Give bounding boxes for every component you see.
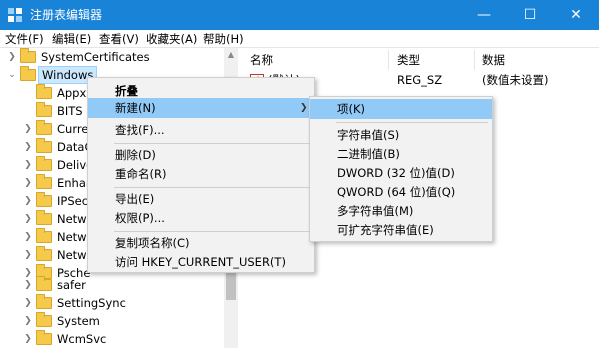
folder-icon <box>36 120 52 135</box>
column-header-data[interactable]: 数据 <box>482 52 505 68</box>
tree-item-label: SettingSync <box>57 296 126 310</box>
submenu-item-dword-value[interactable]: DWORD (32 位)值(D) <box>310 163 492 183</box>
minimize-icon: — <box>477 7 491 23</box>
submenu-item-multi-string-value[interactable]: 多字符串值(M) <box>310 201 492 221</box>
expand-arrow-icon[interactable]: ❯ <box>22 210 34 228</box>
menu-help[interactable]: 帮助(H) <box>203 31 244 47</box>
menu-file[interactable]: 文件(F) <box>5 31 44 47</box>
maximize-icon: ☐ <box>523 7 537 23</box>
expand-arrow-icon[interactable]: ❯ <box>22 330 34 348</box>
menu-separator <box>114 143 310 144</box>
folder-icon <box>36 312 52 327</box>
menu-view[interactable]: 查看(V) <box>99 31 139 47</box>
folder-icon <box>36 294 52 309</box>
expand-arrow-icon[interactable]: ❯ <box>22 276 34 294</box>
tree-item-label: safer <box>57 278 86 292</box>
tree-item-label: WcmSvc <box>57 332 107 346</box>
menu-separator <box>114 231 310 232</box>
tree-item-label: Enhar <box>57 176 91 190</box>
title-bar[interactable]: 注册表编辑器 — ☐ ✕ <box>0 0 599 30</box>
folder-icon <box>36 138 52 153</box>
scroll-up-arrow-icon[interactable]: ▲ <box>224 48 238 62</box>
menu-edit[interactable]: 编辑(E) <box>52 31 91 47</box>
menu-favorites[interactable]: 收藏夹(A) <box>146 31 197 47</box>
folder-icon <box>36 84 52 99</box>
tree-item-label: Curre <box>57 122 89 136</box>
regedit-app-icon <box>8 8 22 22</box>
submenu-arrow-icon: ❯ <box>300 103 308 113</box>
folder-icon <box>36 276 52 291</box>
close-button[interactable]: ✕ <box>553 0 599 30</box>
folder-icon <box>20 66 36 81</box>
menu-separator <box>336 122 488 123</box>
new-submenu: 项(K) 字符串值(S) 二进制值(B) DWORD (32 位)值(D) QW… <box>309 96 493 242</box>
column-divider[interactable] <box>474 50 475 70</box>
folder-icon <box>36 330 52 345</box>
menu-item-rename[interactable]: 重命名(R) <box>88 164 314 184</box>
submenu-item-qword-value[interactable]: QWORD (64 位)值(Q) <box>310 182 492 202</box>
expand-arrow-icon[interactable]: ❯ <box>22 192 34 210</box>
tree-item-label: System <box>57 314 100 328</box>
context-menu: 折叠 新建(N) ❯ 查找(F)... 删除(D) 重命名(R) 导出(E) 权… <box>87 77 315 273</box>
value-data: (数值未设置) <box>482 73 549 87</box>
minimize-button[interactable]: — <box>461 0 507 30</box>
folder-icon <box>36 210 52 225</box>
folder-icon <box>36 192 52 207</box>
value-type: REG_SZ <box>397 73 443 87</box>
column-header-name[interactable]: 名称 <box>250 52 273 68</box>
folder-icon <box>36 102 52 117</box>
window-title: 注册表编辑器 <box>30 8 103 22</box>
folder-icon <box>36 246 52 261</box>
menu-separator <box>114 187 310 188</box>
expand-arrow-icon[interactable]: ❯ <box>22 174 34 192</box>
tree-item-label: SystemCertificates <box>41 50 150 64</box>
expand-arrow-icon[interactable]: ❯ <box>22 120 34 138</box>
folder-icon <box>36 174 52 189</box>
expand-arrow-icon[interactable]: ❯ <box>6 48 18 66</box>
menu-item-permissions[interactable]: 权限(P)... <box>88 208 314 228</box>
column-divider[interactable] <box>388 50 389 70</box>
menu-item-new[interactable]: 新建(N) ❯ <box>88 98 314 118</box>
collapse-arrow-icon[interactable]: ⌄ <box>6 66 18 84</box>
tree-item-label: BITS <box>57 104 83 118</box>
menu-item-export[interactable]: 导出(E) <box>88 189 314 209</box>
maximize-button[interactable]: ☐ <box>507 0 553 30</box>
menu-item-find[interactable]: 查找(F)... <box>88 120 314 140</box>
expand-arrow-icon[interactable]: ❯ <box>22 156 34 174</box>
expand-arrow-icon[interactable]: ❯ <box>22 228 34 246</box>
menu-item-delete[interactable]: 删除(D) <box>88 145 314 165</box>
submenu-item-key[interactable]: 项(K) <box>310 99 492 119</box>
column-header-type[interactable]: 类型 <box>397 52 420 68</box>
menu-item-copy-key-name[interactable]: 复制项名称(C) <box>88 233 314 253</box>
folder-icon <box>20 48 36 63</box>
tree-item-label: Appx <box>57 86 87 100</box>
menu-item-goto-hkcu[interactable]: 访问 HKEY_CURRENT_USER(T) <box>88 252 314 272</box>
expand-arrow-icon[interactable]: ❯ <box>22 294 34 312</box>
expand-arrow-icon[interactable]: ❯ <box>22 246 34 264</box>
folder-icon <box>36 228 52 243</box>
folder-icon <box>36 156 52 171</box>
submenu-item-expandable-string-value[interactable]: 可扩充字符串值(E) <box>310 220 492 240</box>
submenu-item-string-value[interactable]: 字符串值(S) <box>310 125 492 145</box>
expand-arrow-icon[interactable]: ❯ <box>22 138 34 156</box>
expand-arrow-icon[interactable]: ❯ <box>22 312 34 330</box>
tree-item-label: IPSec <box>57 194 89 208</box>
close-icon: ✕ <box>570 7 582 23</box>
menu-bar: 文件(F) 编辑(E) 查看(V) 收藏夹(A) 帮助(H) <box>0 30 599 48</box>
submenu-item-binary-value[interactable]: 二进制值(B) <box>310 144 492 164</box>
